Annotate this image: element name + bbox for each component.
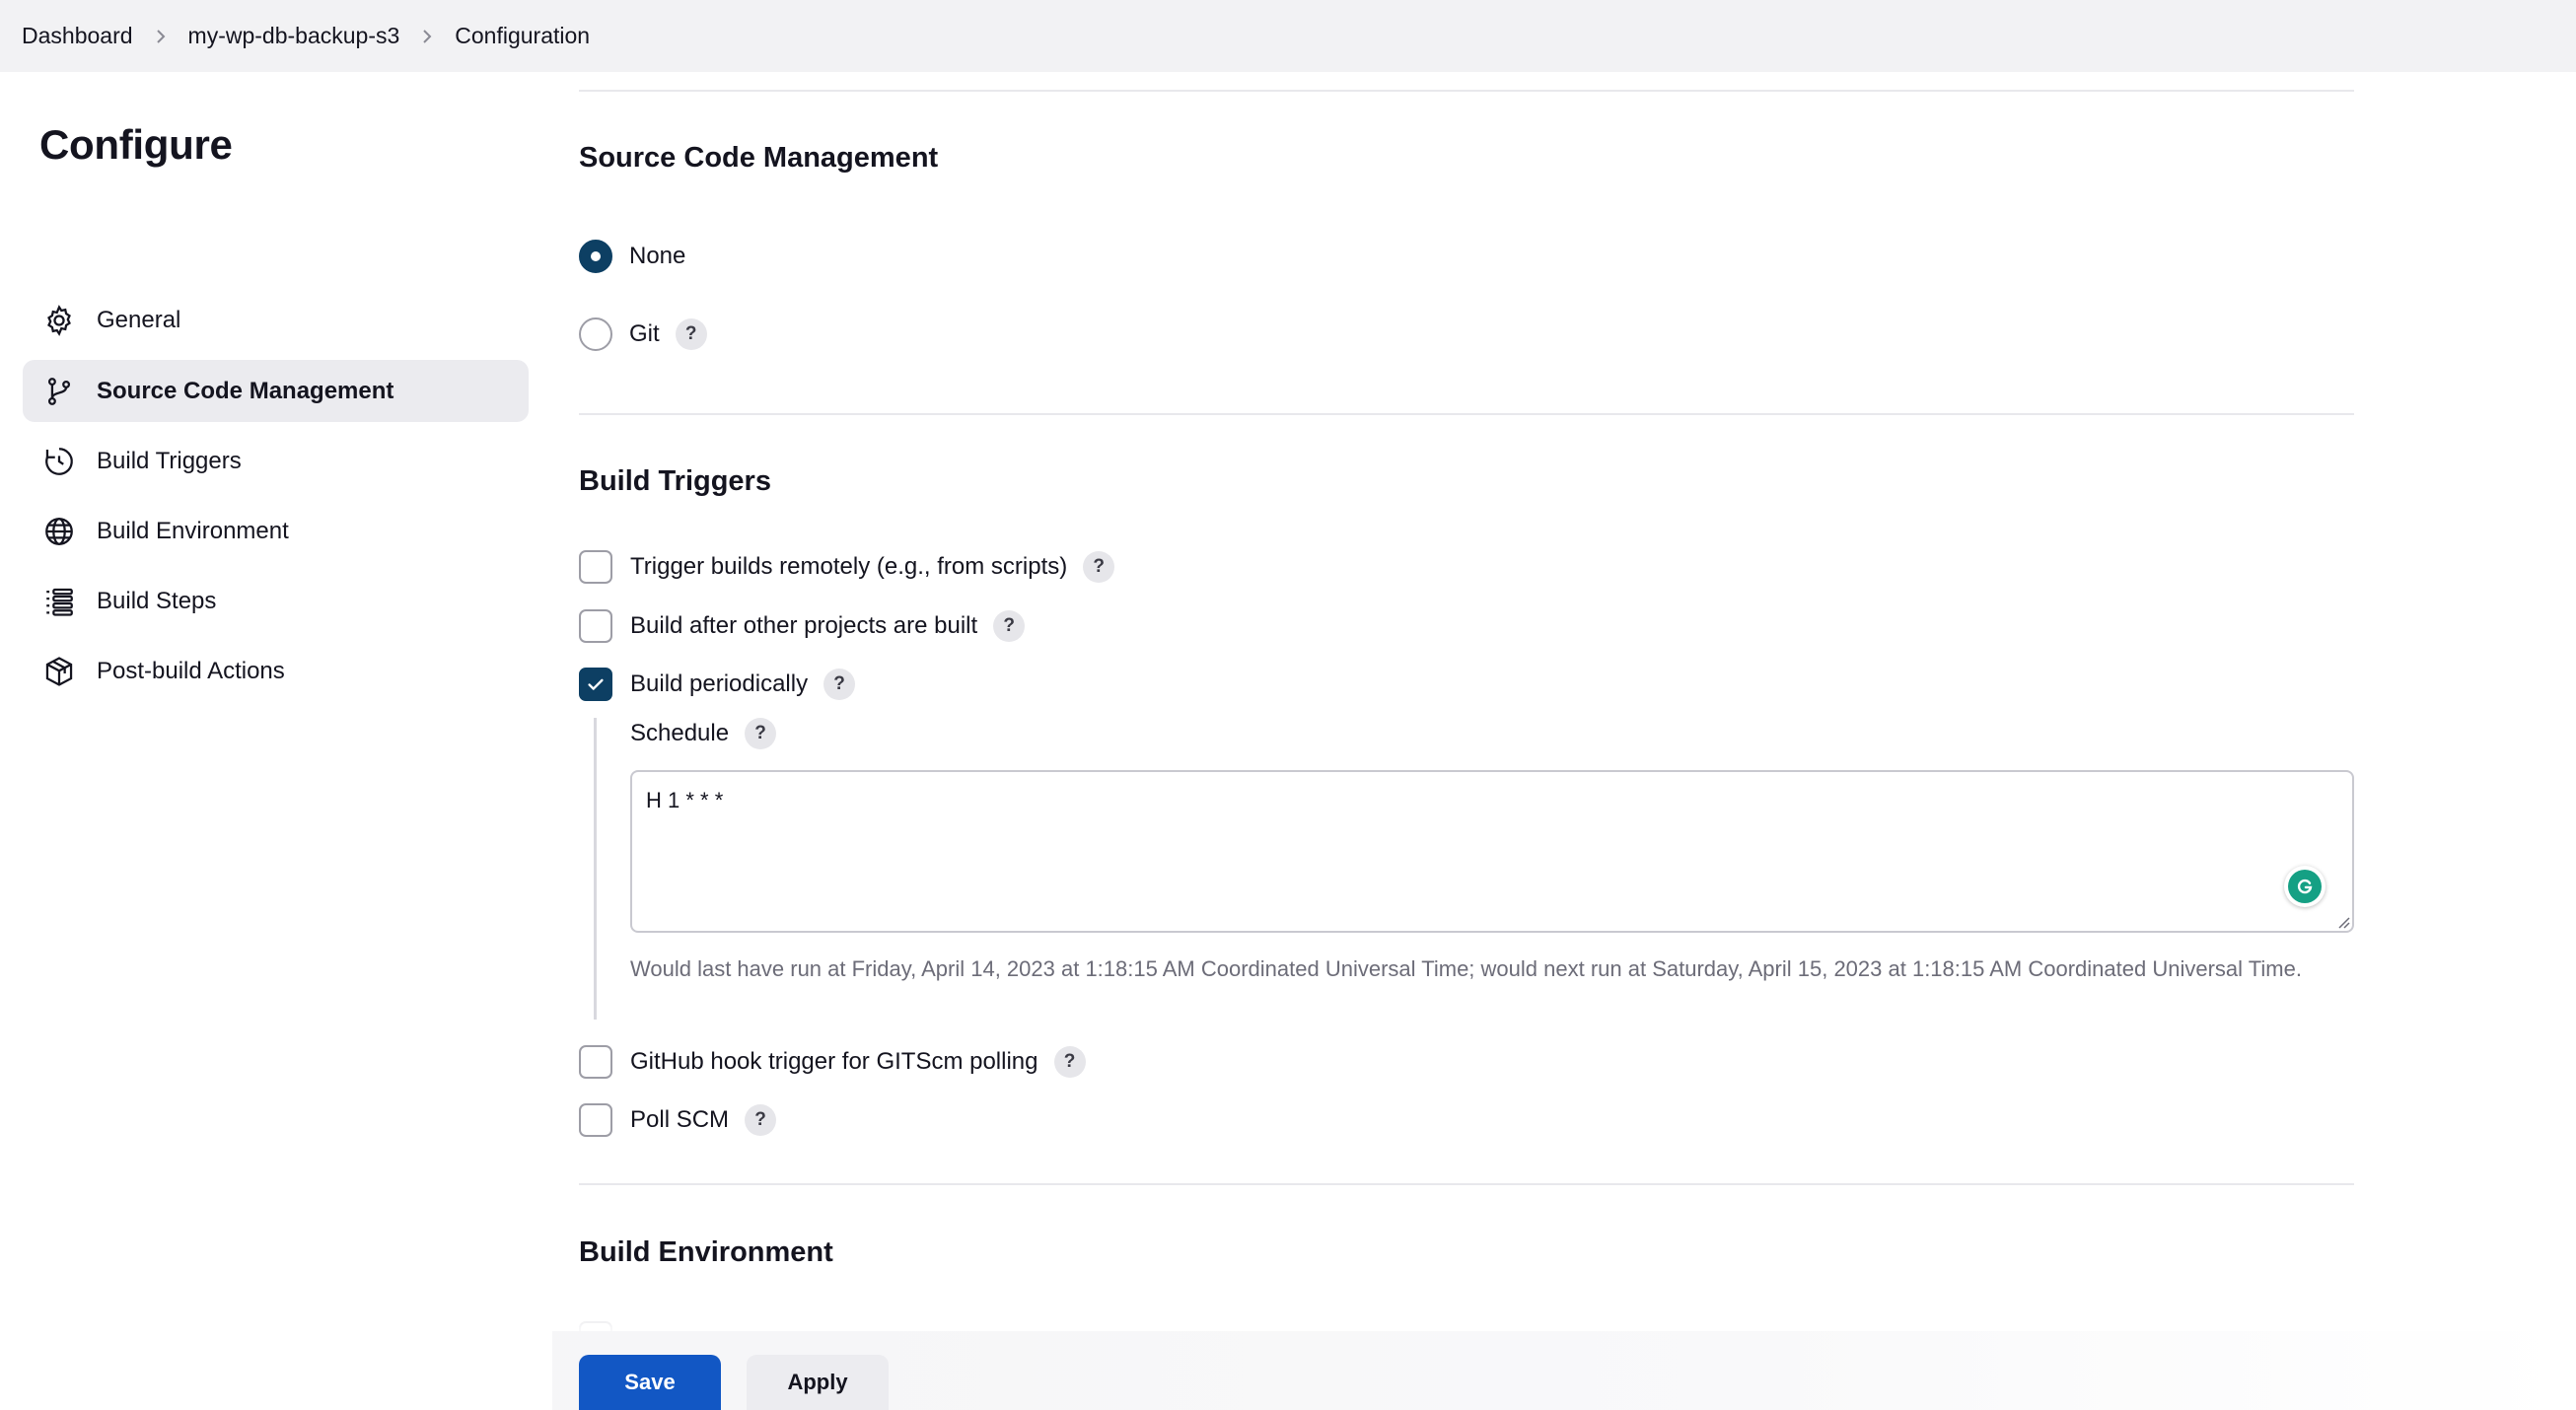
gear-icon xyxy=(42,304,76,337)
schedule-hint: Would last have run at Friday, April 14,… xyxy=(630,956,2302,981)
help-icon[interactable]: ? xyxy=(745,1104,777,1136)
nested-indent-bar xyxy=(594,718,597,1020)
sidebar-item-general[interactable]: General xyxy=(23,289,529,351)
schedule-label: Schedule xyxy=(630,720,730,746)
package-icon xyxy=(42,655,76,688)
sidebar-item-label: Build Environment xyxy=(97,517,289,544)
trigger-poll-scm[interactable]: Poll SCM ? xyxy=(579,1100,777,1140)
section-divider xyxy=(579,413,2354,415)
globe-icon xyxy=(42,515,76,548)
sidebar-item-source-code-management[interactable]: Source Code Management xyxy=(23,360,529,422)
trigger-poll-scm-checkbox[interactable] xyxy=(579,1103,612,1137)
sidebar-item-label: General xyxy=(97,306,181,333)
sidebar-item-label: Build Triggers xyxy=(97,447,242,474)
schedule-label-row: Schedule ? xyxy=(630,716,777,751)
section-divider xyxy=(579,1183,2354,1185)
trigger-poll-scm-label: Poll SCM xyxy=(630,1106,730,1133)
list-icon xyxy=(42,585,76,618)
page-title: Configure xyxy=(39,121,233,168)
sidebar-item-label: Post-build Actions xyxy=(97,657,285,684)
breadcrumb-job[interactable]: my-wp-db-backup-s3 xyxy=(188,23,400,49)
scm-none-radio[interactable] xyxy=(579,240,612,273)
section-title-build-triggers: Build Triggers xyxy=(579,465,771,497)
schedule-input[interactable] xyxy=(630,770,2354,933)
trigger-after-other-projects[interactable]: Build after other projects are built ? xyxy=(579,606,1026,646)
scm-option-git[interactable]: Git ? xyxy=(579,315,707,354)
scm-git-label: Git xyxy=(629,320,660,347)
trigger-remote[interactable]: Trigger builds remotely (e.g., from scri… xyxy=(579,547,1115,587)
trigger-after-other-checkbox[interactable] xyxy=(579,609,612,643)
main-content: Source Code Management None Git ? Build … xyxy=(579,0,2354,1410)
grammarly-badge xyxy=(2288,870,2322,903)
resize-grip-icon[interactable] xyxy=(2336,915,2350,929)
sidebar-item-build-environment[interactable]: Build Environment xyxy=(23,500,529,562)
grammarly-icon[interactable] xyxy=(2284,866,2326,907)
checkmark-icon xyxy=(588,678,604,690)
scm-option-none[interactable]: None xyxy=(579,237,685,276)
help-icon[interactable]: ? xyxy=(1053,1046,1086,1078)
help-icon[interactable]: ? xyxy=(993,610,1026,642)
trigger-github-hook-checkbox[interactable] xyxy=(579,1045,612,1079)
chevron-right-icon xyxy=(155,29,167,43)
sidebar-item-build-triggers[interactable]: Build Triggers xyxy=(23,430,529,492)
trigger-github-hook-label: GitHub hook trigger for GITScm polling xyxy=(630,1048,1038,1075)
scm-none-label: None xyxy=(629,243,686,269)
save-button[interactable]: Save xyxy=(579,1355,721,1410)
trigger-github-hook[interactable]: GitHub hook trigger for GITScm polling ? xyxy=(579,1042,1086,1082)
sidebar-item-label: Build Steps xyxy=(97,587,217,614)
chevron-right-icon xyxy=(421,29,433,43)
section-title-build-environment: Build Environment xyxy=(579,1236,833,1268)
help-icon[interactable]: ? xyxy=(675,318,707,350)
clock-icon xyxy=(42,445,76,478)
section-divider xyxy=(579,90,2354,92)
git-branch-icon xyxy=(42,375,76,408)
scm-git-radio[interactable] xyxy=(579,317,612,351)
trigger-after-other-label: Build after other projects are built xyxy=(630,612,978,639)
trigger-remote-label: Trigger builds remotely (e.g., from scri… xyxy=(630,553,1068,580)
breadcrumb-dashboard[interactable]: Dashboard xyxy=(22,23,133,49)
help-icon[interactable]: ? xyxy=(1083,551,1115,583)
bottom-fade xyxy=(552,1282,2426,1331)
sidebar-item-label: Source Code Management xyxy=(97,377,394,404)
sidebar-item-build-steps[interactable]: Build Steps xyxy=(23,570,529,632)
section-title-scm: Source Code Management xyxy=(579,142,939,174)
trigger-periodic-label: Build periodically xyxy=(630,670,809,697)
apply-button[interactable]: Apply xyxy=(747,1355,889,1410)
sidebar-item-post-build-actions[interactable]: Post-build Actions xyxy=(23,640,529,702)
breadcrumb-configuration[interactable]: Configuration xyxy=(455,23,590,49)
trigger-build-periodically[interactable]: Build periodically ? xyxy=(579,665,856,704)
help-icon[interactable]: ? xyxy=(823,669,856,700)
help-icon[interactable]: ? xyxy=(745,718,777,749)
trigger-periodic-checkbox[interactable] xyxy=(579,668,612,701)
trigger-remote-checkbox[interactable] xyxy=(579,550,612,584)
